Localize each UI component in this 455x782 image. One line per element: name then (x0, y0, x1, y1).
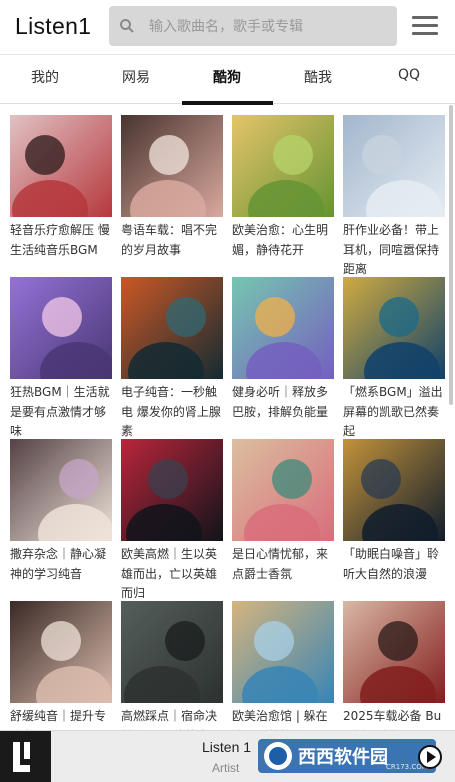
playlist-title[interactable]: 轻音乐疗愈解压 慢生活纯音乐BGM (10, 221, 112, 281)
playlist-title[interactable]: 欧美高燃｜生以英雄而出，亡以英雄而归 (121, 545, 223, 605)
player-bar[interactable]: Listen 1 Artist 西西软件园 CR173.COM (0, 730, 455, 782)
now-playing-title: Listen 1 (202, 739, 252, 755)
playlist-title[interactable]: 2025车载必备 Bu 一键开启假日 (343, 707, 445, 730)
playlist-title[interactable]: 欧美治愈：心生明媚，静待花开 (232, 221, 334, 281)
tab-kuwo[interactable]: 酷我 (283, 67, 353, 87)
playlist-title[interactable]: 舒缓纯音｜提升专注力100% (10, 707, 112, 730)
playlist-grid: 轻音乐疗愈解压 慢生活纯音乐BGM 粤语车载：唱不完的岁月故事 欧美治愈：心生明媚，… (0, 105, 455, 730)
playlist-cover-image[interactable] (343, 277, 445, 379)
playlist-card[interactable]: 「燃系BGM」溢出屏幕的凯歌已然奏起 (343, 277, 445, 443)
playlist-cover-image[interactable] (343, 601, 445, 703)
playlist-cover-image[interactable] (232, 439, 334, 541)
playlist-card[interactable]: 欧美治愈馆 | 躲在喧嚣里的静谧风 (232, 601, 334, 730)
watermark-text: 西西软件园 (298, 746, 388, 768)
tab-mine[interactable]: 我的 (10, 67, 80, 87)
hamburger-menu-icon[interactable] (412, 16, 438, 38)
playlist-cover-image[interactable] (232, 601, 334, 703)
tab-kugou[interactable]: 酷狗 (192, 67, 262, 87)
playlist-card[interactable]: 高燃踩点｜宿命决战 燃到最佳状态 (121, 601, 223, 730)
play-icon[interactable] (418, 745, 442, 769)
playlist-title[interactable]: 撒弃杂念｜静心凝神的学习纯音 (10, 545, 112, 605)
playlist-cover-image[interactable] (121, 439, 223, 541)
tab-netease[interactable]: 网易 (101, 67, 171, 87)
playlist-title[interactable]: 是日心情忧郁，来点爵士香氛 (232, 545, 334, 605)
playlist-card[interactable]: 是日心情忧郁，来点爵士香氛 (232, 439, 334, 605)
scrollbar[interactable] (449, 105, 453, 405)
playlist-cover-image[interactable] (232, 115, 334, 217)
tab-qq[interactable]: QQ (374, 67, 444, 83)
playlist-title[interactable]: 「燃系BGM」溢出屏幕的凯歌已然奏起 (343, 383, 445, 443)
playlist-cover-image[interactable] (121, 115, 223, 217)
playlist-card[interactable]: 狂热BGM｜生活就是要有点激情才够味 (10, 277, 112, 443)
playlist-cover-image[interactable] (121, 601, 223, 703)
playlist-card[interactable]: 「助眠白噪音」聆听大自然的浪漫 (343, 439, 445, 605)
playlist-card[interactable]: 2025车载必备 Bu 一键开启假日 (343, 601, 445, 730)
playlist-card[interactable]: 轻音乐疗愈解压 慢生活纯音乐BGM (10, 115, 112, 281)
search-box[interactable]: 输入歌曲名，歌手或专辑 (109, 6, 397, 46)
listen1-logo-icon[interactable] (0, 731, 51, 782)
playlist-title[interactable]: 电子纯音：一秒触电 爆发你的肾上腺素 (121, 383, 223, 443)
watermark-logo: 西西软件园 CR173.COM (258, 739, 436, 773)
playlist-card[interactable]: 撒弃杂念｜静心凝神的学习纯音 (10, 439, 112, 605)
playlist-title[interactable]: 狂热BGM｜生活就是要有点激情才够味 (10, 383, 112, 443)
source-tabs: 我的 网易 酷狗 酷我 QQ (0, 54, 455, 105)
playlist-cover-image[interactable] (10, 115, 112, 217)
app-header: Listen1 输入歌曲名，歌手或专辑 (0, 0, 455, 54)
app-title: Listen1 (15, 13, 92, 39)
playlist-cover-image[interactable] (121, 277, 223, 379)
playlist-card[interactable]: 欧美高燃｜生以英雄而出，亡以英雄而归 (121, 439, 223, 605)
playlist-card[interactable]: 健身必听｜释放多巴胺，排解负能量 (232, 277, 334, 443)
playlist-title[interactable]: 欧美治愈馆 | 躲在喧嚣里的静谧风 (232, 707, 334, 730)
search-icon (120, 19, 134, 33)
playlist-card[interactable]: 粤语车载：唱不完的岁月故事 (121, 115, 223, 281)
playlist-title[interactable]: 健身必听｜释放多巴胺，排解负能量 (232, 383, 334, 443)
playlist-title[interactable]: 肝作业必备！带上耳机，同喧嚣保持距离 (343, 221, 445, 281)
playlist-cover-image[interactable] (10, 439, 112, 541)
search-placeholder[interactable]: 输入歌曲名，歌手或专辑 (149, 16, 303, 36)
playlist-title[interactable]: 高燃踩点｜宿命决战 燃到最佳状态 (121, 707, 223, 730)
playlist-cover-image[interactable] (343, 439, 445, 541)
playlist-cover-image[interactable] (10, 601, 112, 703)
playlist-card[interactable]: 欧美治愈：心生明媚，静待花开 (232, 115, 334, 281)
playlist-card[interactable]: 舒缓纯音｜提升专注力100% (10, 601, 112, 730)
playlist-cover-image[interactable] (10, 277, 112, 379)
playlist-card[interactable]: 电子纯音：一秒触电 爆发你的肾上腺素 (121, 277, 223, 443)
playlist-cover-image[interactable] (232, 277, 334, 379)
playlist-title[interactable]: 粤语车载：唱不完的岁月故事 (121, 221, 223, 281)
now-playing-artist: Artist (212, 761, 240, 775)
playlist-card[interactable]: 肝作业必备！带上耳机，同喧嚣保持距离 (343, 115, 445, 281)
playlist-title[interactable]: 「助眠白噪音」聆听大自然的浪漫 (343, 545, 445, 605)
playlist-cover-image[interactable] (343, 115, 445, 217)
